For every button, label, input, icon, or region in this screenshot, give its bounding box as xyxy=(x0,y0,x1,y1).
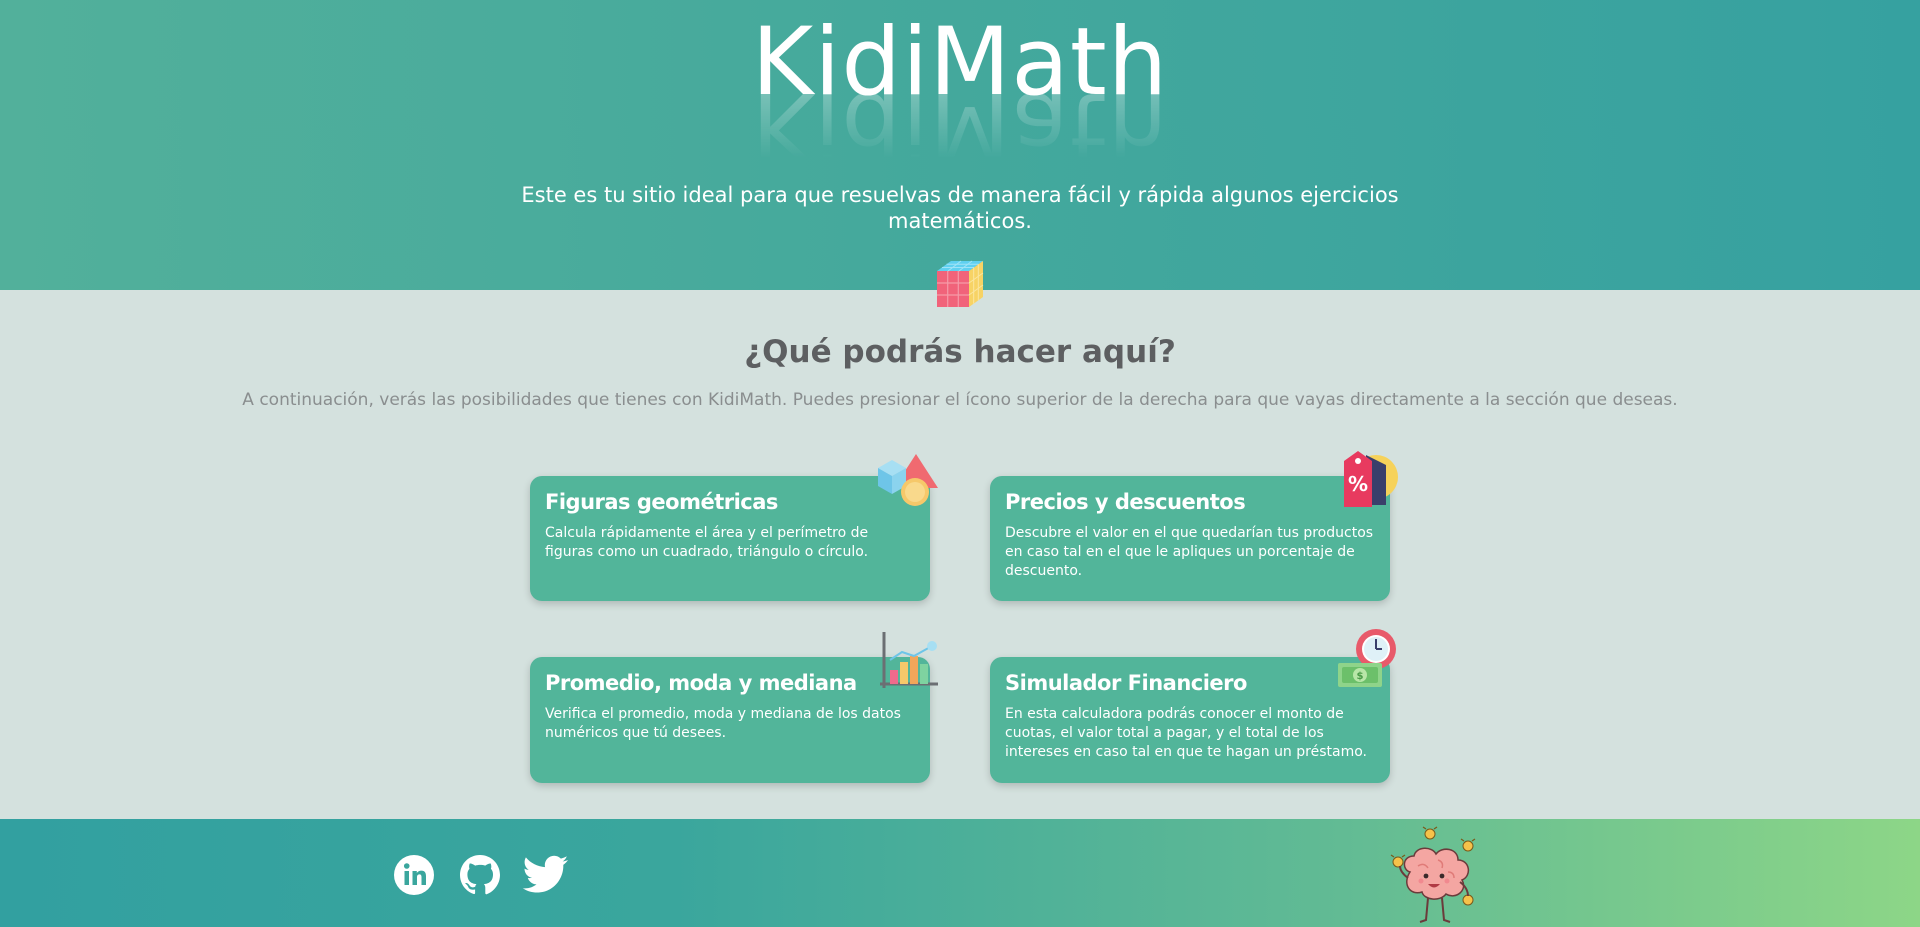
card-title: Precios y descuentos xyxy=(1005,490,1246,514)
hero-header: KidiMath KidiMath Este es tu sitio ideal… xyxy=(0,0,1920,290)
money-clock-icon[interactable]: $ xyxy=(1336,627,1400,691)
discount-tag-icon[interactable]: % xyxy=(1336,447,1400,511)
card-financial-simulator[interactable]: Simulador Financiero En esta calculadora… xyxy=(990,657,1390,783)
github-icon[interactable] xyxy=(458,853,502,897)
brain-mascot-icon xyxy=(1390,826,1476,923)
linkedin-icon[interactable] xyxy=(392,853,436,897)
footer xyxy=(0,819,1920,927)
card-geometric-figures[interactable]: Figuras geométricas Calcula rápidamente … xyxy=(530,476,930,601)
card-title: Promedio, moda y mediana xyxy=(545,671,857,695)
hero-subtitle: Este es tu sitio ideal para que resuelva… xyxy=(521,183,1399,233)
card-description: Descubre el valor en el que quedarían tu… xyxy=(1005,525,1374,579)
bar-chart-icon[interactable] xyxy=(876,630,940,694)
logo-reflection: KidiMath xyxy=(751,71,1169,180)
card-prices-discounts[interactable]: Precios y descuentos Descubre el valor e… xyxy=(990,476,1390,601)
card-statistics[interactable]: Promedio, moda y mediana Verifica el pro… xyxy=(530,657,930,783)
svg-text:%: % xyxy=(1348,472,1368,496)
logo: KidiMath KidiMath xyxy=(0,8,1920,180)
card-description: En esta calculadora podrás conocer el mo… xyxy=(1005,706,1367,760)
section-description: A continuación, verás las posibilidades … xyxy=(242,390,1678,410)
twitter-icon[interactable] xyxy=(522,853,570,897)
shapes-icon[interactable] xyxy=(876,450,940,514)
card-title: Figuras geométricas xyxy=(545,490,778,514)
rubik-cube-icon xyxy=(937,260,984,307)
card-title: Simulador Financiero xyxy=(1005,671,1247,695)
svg-text:$: $ xyxy=(1357,671,1364,682)
card-description: Verifica el promedio, moda y mediana de … xyxy=(545,706,901,741)
section-title: ¿Qué podrás hacer aquí? xyxy=(744,334,1176,370)
card-description: Calcula rápidamente el área y el perímet… xyxy=(545,525,869,560)
